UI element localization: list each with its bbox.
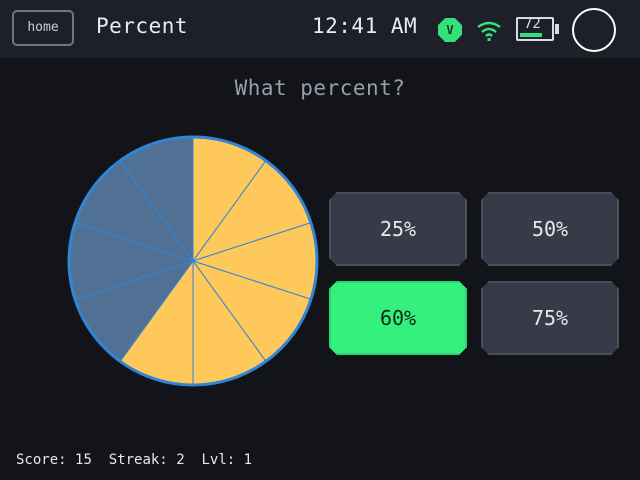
power-button-icon[interactable] [572,8,616,52]
question-text: What percent? [234,76,406,100]
status-bar: home Percent 12:41 AM V 72 [0,0,640,58]
page-title: Percent [96,14,189,38]
answer-button-60[interactable]: 60% [329,281,467,355]
clock: 12:41 AM [312,14,418,38]
battery-tip [555,24,559,34]
answer-button-75[interactable]: 75% [481,281,619,355]
score-label: Score: [16,452,67,468]
streak-value: 2 [176,452,185,468]
answer-button-50[interactable]: 50% [481,192,619,266]
streak-label: Streak: [108,452,168,468]
answer-button-25[interactable]: 25% [329,192,467,266]
fraction-pie-chart [67,135,319,387]
level-label: Lvl: [201,452,236,468]
stats-bar: Score: 15 Streak: 2 Lvl: 1 [16,452,252,468]
battery-level-text: 72 [524,16,541,32]
wifi-icon [477,21,501,41]
v-badge-icon: V [438,18,462,42]
game-screen: home Percent 12:41 AM V 72 What percent?… [0,0,640,480]
battery-level-fill [520,33,542,37]
score-value: 15 [75,452,92,468]
level-value: 1 [243,452,253,468]
home-button[interactable]: home [12,10,74,46]
